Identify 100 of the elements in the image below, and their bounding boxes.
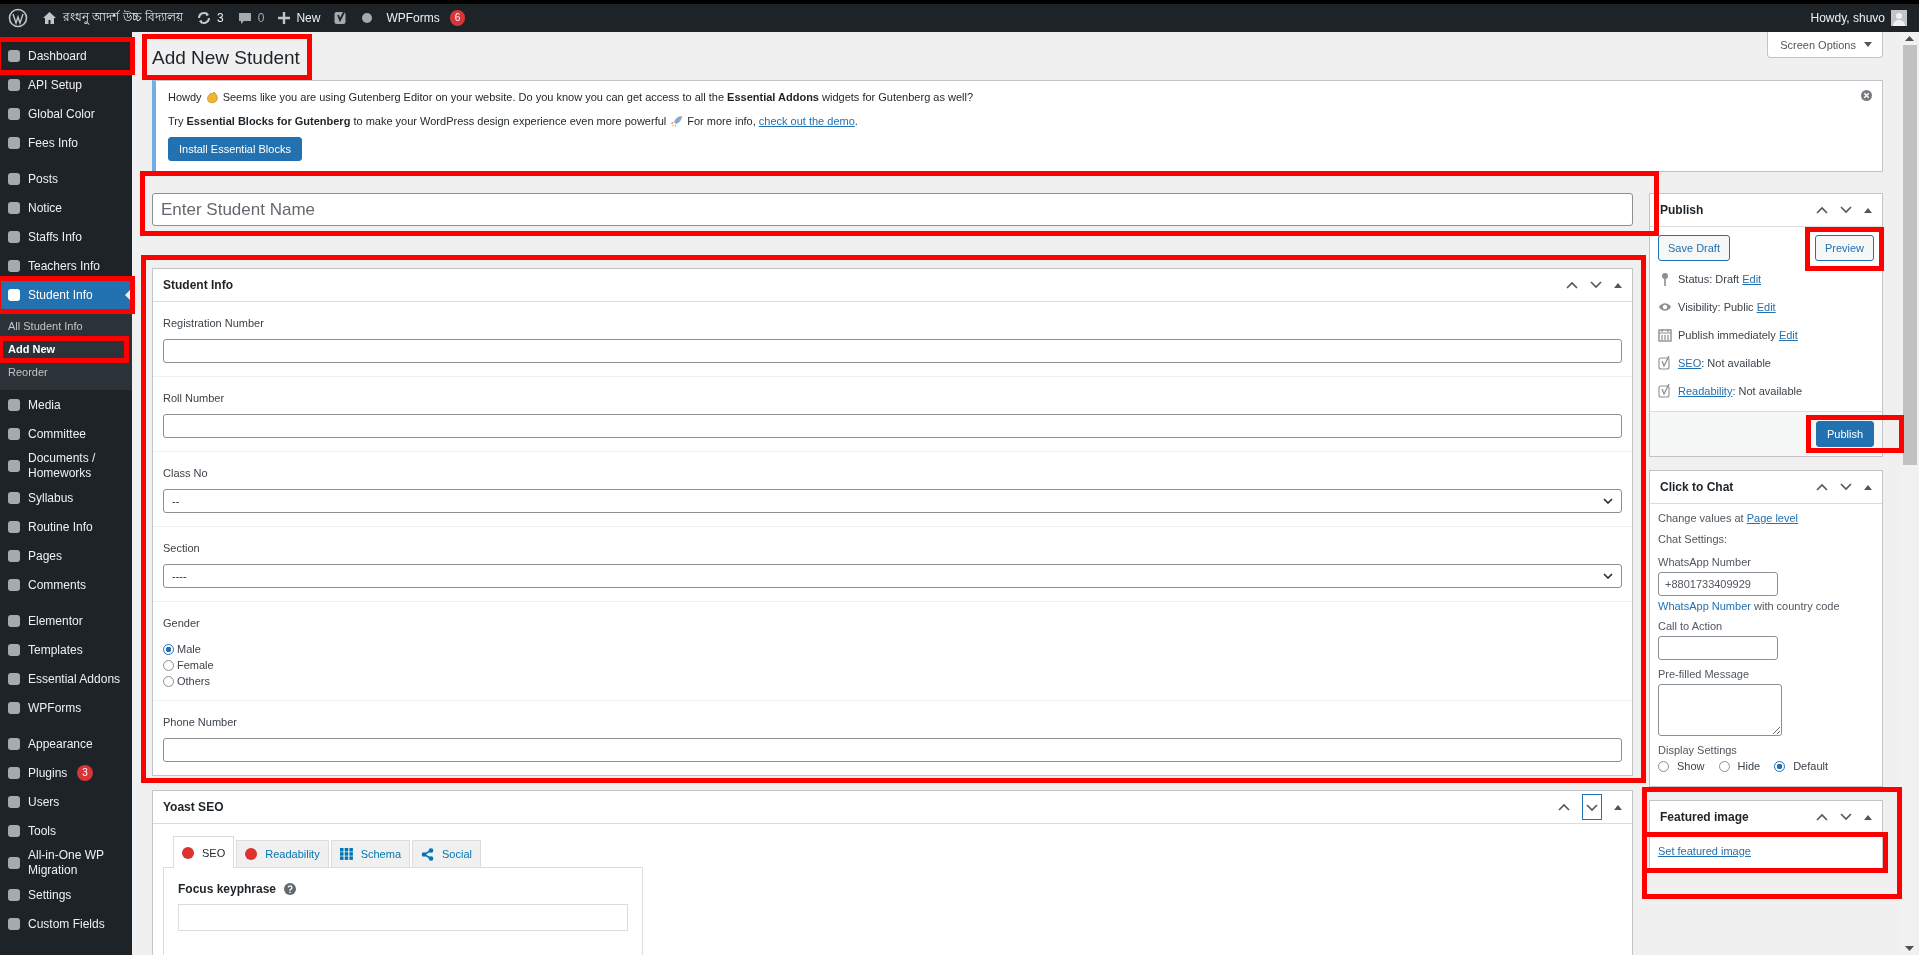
radio-button[interactable] (1658, 760, 1669, 772)
collapse-icon[interactable] (1864, 814, 1872, 820)
radio-option[interactable]: Male (163, 643, 1622, 655)
scroll-down-icon[interactable] (1905, 946, 1914, 951)
sidebar-item[interactable]: Users (0, 788, 132, 816)
tab[interactable]: Readability (236, 840, 329, 867)
input-field[interactable] (163, 738, 1622, 762)
input-field[interactable] (163, 414, 1622, 438)
sidebar-item[interactable]: Pages (0, 542, 132, 570)
comments-link[interactable]: 0 (237, 11, 265, 25)
submenu-item[interactable]: All Student Info (0, 315, 132, 338)
radio-option[interactable]: Show (1658, 760, 1705, 772)
move-up-icon[interactable] (1816, 206, 1828, 214)
menu-icon (6, 548, 22, 564)
tab[interactable]: Social (412, 840, 481, 867)
sidebar-item[interactable]: Tools (0, 817, 132, 845)
sidebar-item[interactable]: Posts (0, 165, 132, 193)
message-field[interactable] (1658, 684, 1782, 736)
tab[interactable]: Schema (330, 840, 410, 867)
close-icon[interactable] (1861, 90, 1872, 101)
radio-button[interactable] (163, 643, 174, 655)
move-up-icon[interactable] (1816, 483, 1828, 491)
tab[interactable]: SEO (173, 836, 235, 868)
input-field[interactable] (163, 339, 1622, 363)
sidebar-item[interactable]: Dashboard (0, 42, 132, 70)
demo-link[interactable]: check out the demo (758, 115, 855, 127)
sidebar-item[interactable]: Staffs Info (0, 223, 132, 251)
radio-button[interactable] (1774, 760, 1786, 772)
whatsapp-number-link[interactable]: WhatsApp Number (1658, 600, 1751, 612)
whatsapp-number-field[interactable]: +8801733409929 (1658, 572, 1778, 596)
sidebar-item[interactable]: Media (0, 391, 132, 419)
share-icon (421, 847, 434, 861)
radio-button[interactable] (1718, 760, 1730, 772)
preview-button[interactable]: Preview (1814, 235, 1874, 261)
sidebar-item[interactable]: Committee (0, 420, 132, 448)
move-up-icon[interactable] (1816, 813, 1828, 821)
sidebar-item[interactable]: Elementor (0, 607, 132, 635)
edit-link[interactable]: Edit (1742, 273, 1762, 285)
sidebar-item[interactable]: Comments (0, 571, 132, 599)
sidebar-item[interactable]: Settings (0, 881, 132, 909)
radio-button[interactable] (163, 659, 174, 671)
sidebar-item[interactable]: WPForms (0, 694, 132, 722)
focus-keyphrase-field[interactable] (178, 904, 628, 931)
sidebar-item[interactable]: Templates (0, 636, 132, 664)
greeting-text[interactable]: Howdy, shuvo (1810, 11, 1885, 25)
collapse-icon[interactable] (1864, 207, 1872, 213)
collapse-icon[interactable] (1614, 282, 1622, 288)
radio-option[interactable]: Others (163, 675, 1622, 687)
move-down-icon[interactable] (1840, 206, 1852, 214)
wordpress-logo-icon[interactable] (8, 8, 28, 28)
sidebar-item[interactable]: Student Info (0, 281, 132, 309)
move-down-icon[interactable] (1582, 794, 1602, 820)
move-down-icon[interactable] (1590, 281, 1602, 289)
sidebar-item[interactable]: All-in-One WP Migration (0, 846, 132, 880)
sidebar-item[interactable]: Syllabus (0, 484, 132, 512)
dropdown[interactable]: -- (163, 489, 1622, 513)
sidebar-item[interactable]: Custom Fields (0, 910, 132, 938)
dropdown[interactable]: ---- (163, 564, 1622, 588)
call-to-action-field[interactable] (1658, 636, 1778, 660)
updates-link[interactable]: 3 (197, 11, 224, 25)
radio-button[interactable] (163, 675, 174, 687)
move-down-icon[interactable] (1840, 483, 1852, 491)
sidebar-item[interactable]: Appearance (0, 730, 132, 758)
sidebar-item[interactable]: API Setup (0, 71, 132, 99)
radio-option[interactable]: Female (163, 659, 1622, 671)
move-up-icon[interactable] (1558, 803, 1570, 811)
collapse-icon[interactable] (1614, 804, 1622, 810)
submenu-item[interactable]: Reorder (0, 361, 132, 384)
page-level-link[interactable]: Page level (1746, 512, 1799, 524)
install-button[interactable]: Install Essential Blocks (168, 137, 302, 161)
scroll-up-icon[interactable] (1905, 36, 1914, 41)
set-featured-image-link[interactable]: Set featured image (1658, 845, 1751, 857)
sidebar-item[interactable]: Documents / Homeworks (0, 449, 132, 483)
sidebar-item[interactable]: Fees Info (0, 129, 132, 157)
site-name-link[interactable]: রংধনু আদর্শ উচ্চ বিদ্যালয় (42, 8, 183, 28)
help-icon[interactable] (284, 883, 297, 895)
sidebar-item[interactable]: Global Color (0, 100, 132, 128)
collapse-icon[interactable] (1864, 484, 1872, 490)
sidebar-item[interactable]: Essential Addons (0, 665, 132, 693)
screen-options-button[interactable]: Screen Options (1767, 32, 1883, 58)
wpforms-link[interactable]: WPForms 6 (386, 10, 466, 26)
student-name-field[interactable]: Enter Student Name (152, 193, 1633, 226)
sidebar-item[interactable]: Teachers Info (0, 252, 132, 280)
radio-option[interactable]: Default (1774, 760, 1828, 772)
sidebar-item[interactable]: Notice (0, 194, 132, 222)
sidebar-item[interactable]: Routine Info (0, 513, 132, 541)
move-up-icon[interactable] (1566, 281, 1578, 289)
plus-icon (278, 12, 291, 24)
yoast-icon[interactable] (334, 10, 349, 26)
radio-option[interactable]: Hide (1718, 760, 1761, 772)
move-down-icon[interactable] (1840, 813, 1852, 821)
sidebar-item[interactable]: Plugins 3 (0, 759, 132, 787)
submenu-item[interactable]: Add New (0, 338, 132, 361)
status-text: SEO: Not available (1678, 357, 1771, 369)
save-draft-button[interactable]: Save Draft (1658, 235, 1730, 261)
scrollbar-thumb[interactable] (1902, 45, 1917, 465)
edit-link[interactable]: Edit (1756, 301, 1776, 313)
new-link[interactable]: New (278, 11, 321, 25)
edit-link[interactable]: Edit (1778, 329, 1798, 341)
publish-button[interactable]: Publish (1815, 421, 1874, 447)
